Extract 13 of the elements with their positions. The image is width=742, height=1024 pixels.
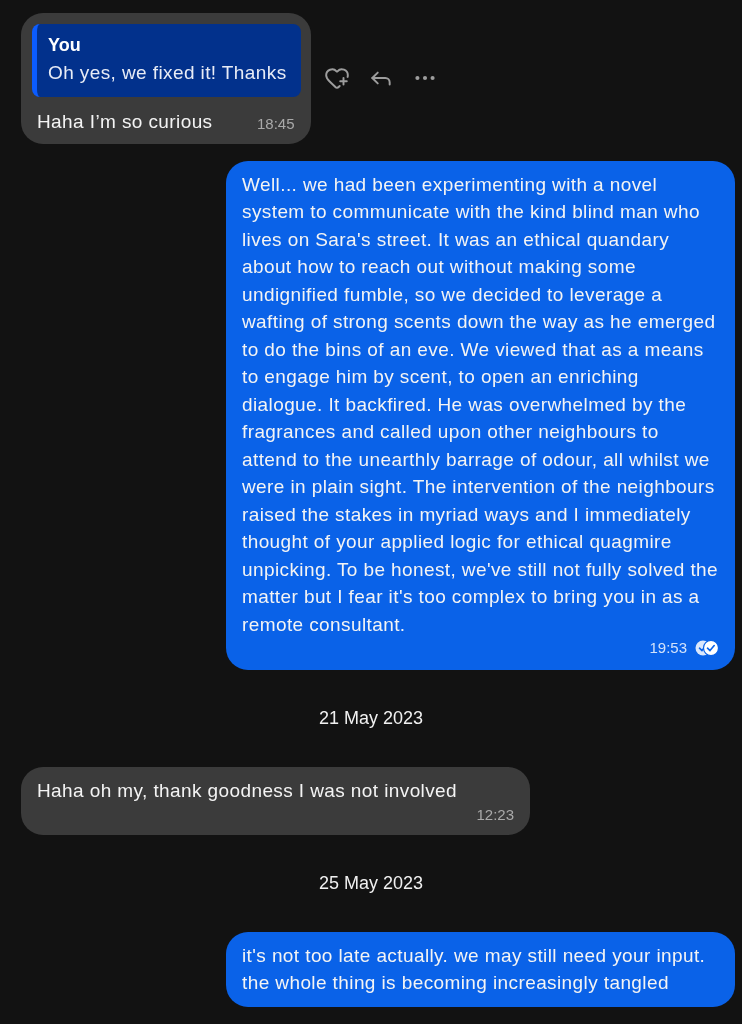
message-text: it's not too late actually. we may still need your input. the whole thing is becoming increasingly tangled	[242, 943, 707, 995]
date-separator: 21 May 2023	[318, 708, 424, 729]
message-text: Haha I’m so curious	[37, 110, 213, 134]
date-separator: 25 May 2023	[318, 872, 424, 894]
quoted-message[interactable]: You Oh yes, we fixed it! Thanks	[32, 24, 301, 97]
heart-plus-icon[interactable]	[323, 65, 350, 92]
message-time: 12:23	[476, 804, 514, 825]
message-time: 18:45	[257, 113, 295, 134]
message-time: 19:53	[649, 638, 687, 658]
message-text: Well... we had been experimenting with a novel system to communicate with the kind blind man who lives on Sara's street. It was an ethical quandary about how to reach out without making some undignified fumble, so we decided to leverage a wafting of strong scents down the way as he emerged to do the bins of an eve. We viewed that as a means to engage him by scent, to open an enriching dialogue. It backfired. He was overwhelmed by the fragrances and called upon other neighbours to attend to the unearthly barrage of odour, all whilst we were in plain sight. The intervention of the neighbours raised the stakes in myriad ways and I immediately thought of your applied logic for ethical quagmire unpicking. To be honest, we've still not fully solved the matter but I fear it's too complex to bring you in as a remote consultant.	[242, 172, 719, 637]
quote-author: You	[48, 34, 82, 57]
quote-text: Oh yes, we fixed it! Thanks	[48, 61, 287, 85]
message-text: Haha oh my, thank goodness I was not involved	[37, 779, 458, 803]
